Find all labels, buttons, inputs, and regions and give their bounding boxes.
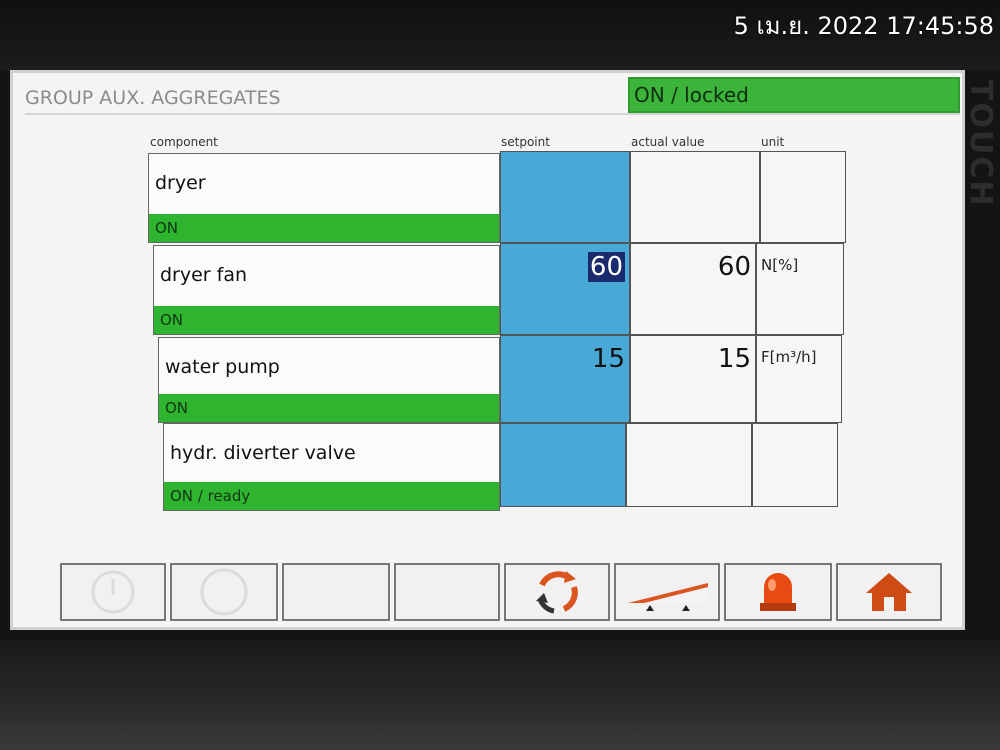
- setpoint-cell-dryer-fan[interactable]: 60: [500, 243, 630, 335]
- actual-cell-dryer: [630, 151, 760, 243]
- device-brand-label: TOUCH: [963, 80, 998, 208]
- column-header-actual: actual value: [631, 135, 705, 149]
- component-row-dryer[interactable]: dryer ON: [148, 153, 500, 243]
- toolbar-button-4[interactable]: [394, 563, 500, 621]
- unit-cell-hydr-diverter-valve: [752, 423, 838, 507]
- page-title: GROUP AUX. AGGREGATES: [25, 87, 281, 109]
- setpoint-cell-dryer[interactable]: [500, 151, 630, 243]
- title-divider: [25, 113, 960, 115]
- device-bezel-bottom: [0, 640, 1000, 750]
- unit-cell-dryer-fan: N[%]: [756, 243, 844, 335]
- home-icon: [866, 573, 912, 611]
- refresh-cycle-icon: [536, 571, 578, 614]
- component-row-dryer-fan[interactable]: dryer fan ON: [153, 245, 500, 335]
- component-name: hydr. diverter valve: [170, 442, 356, 464]
- actual-cell-dryer-fan: 60: [630, 243, 756, 335]
- home-button[interactable]: [836, 563, 942, 621]
- refresh-cycle-button[interactable]: [504, 563, 610, 621]
- power-icon: [91, 570, 135, 614]
- setpoint-value[interactable]: 60: [587, 252, 625, 282]
- component-row-hydr-diverter-valve[interactable]: hydr. diverter valve ON / ready: [163, 423, 500, 511]
- component-row-water-pump[interactable]: water pump ON: [158, 337, 500, 423]
- actual-cell-water-pump: 15: [630, 335, 756, 423]
- circle-icon: [200, 568, 248, 616]
- unit-label: N[%]: [761, 256, 799, 274]
- unit-cell-water-pump: F[m³/h]: [756, 335, 842, 423]
- hmi-screen: GROUP AUX. AGGREGATES ON / locked compon…: [10, 70, 965, 630]
- setpoint-value: 15: [591, 344, 625, 374]
- group-status-badge: ON / locked: [628, 77, 960, 113]
- alarm-button[interactable]: [724, 563, 832, 621]
- photo-timestamp: 5 เม.ย. 2022 17:45:58: [733, 12, 994, 40]
- setpoint-cell-water-pump[interactable]: 15: [500, 335, 630, 423]
- column-header-setpoint: setpoint: [501, 135, 550, 149]
- component-state: ON: [149, 214, 499, 242]
- component-name: dryer: [155, 172, 206, 194]
- unit-cell-dryer: [760, 151, 846, 243]
- toolbar-button-3[interactable]: [282, 563, 390, 621]
- component-state: ON: [154, 306, 499, 334]
- actual-cell-hydr-diverter-valve: [626, 423, 752, 507]
- alarm-beacon-icon: [760, 573, 796, 611]
- column-header-component: component: [150, 135, 218, 149]
- component-name: dryer fan: [160, 264, 248, 286]
- circle-button[interactable]: [170, 563, 278, 621]
- power-button[interactable]: [60, 563, 166, 621]
- component-state: ON: [159, 394, 499, 422]
- component-state: ON / ready: [164, 482, 499, 510]
- actual-value: 15: [717, 344, 751, 374]
- ramp-button[interactable]: [614, 563, 720, 621]
- ramp-icon: [628, 583, 708, 611]
- component-name: water pump: [165, 356, 280, 378]
- actual-value: 60: [717, 252, 751, 282]
- unit-label: F[m³/h]: [761, 348, 817, 366]
- column-header-unit: unit: [761, 135, 785, 149]
- setpoint-cell-hydr-diverter-valve[interactable]: [500, 423, 626, 507]
